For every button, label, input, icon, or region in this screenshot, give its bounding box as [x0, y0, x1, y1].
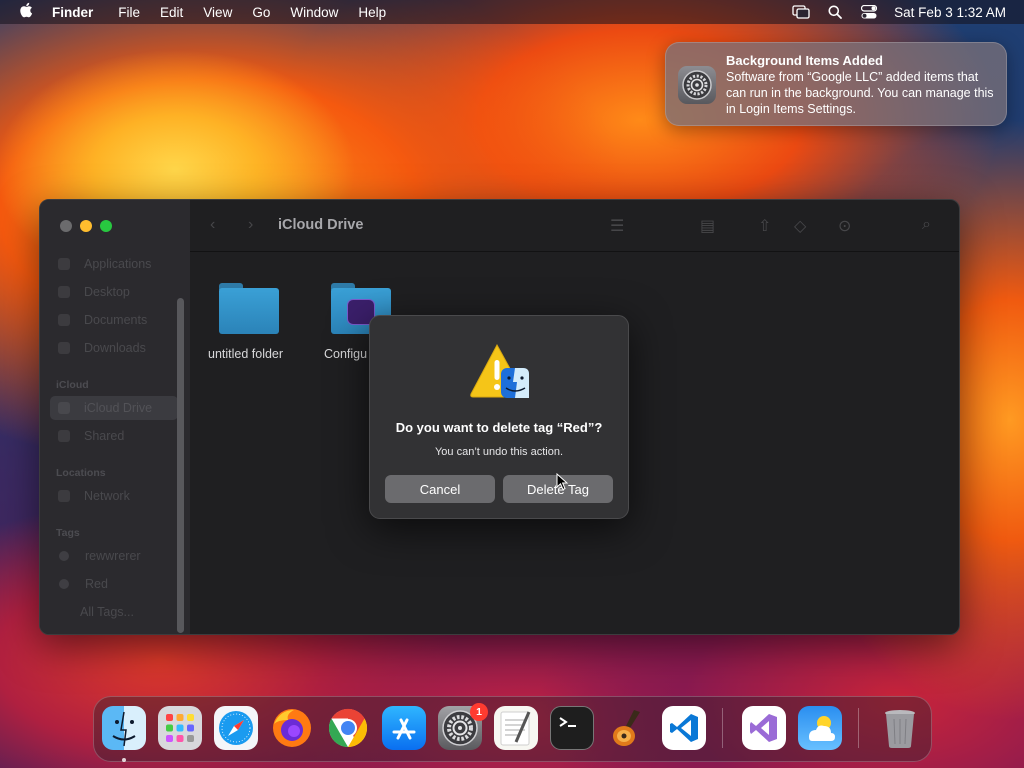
- notification-badge: 1: [470, 703, 488, 721]
- search-icon[interactable]: ⌕: [922, 216, 931, 234]
- app-store-icon[interactable]: [382, 706, 426, 750]
- dock-separator: [858, 708, 859, 748]
- view-options-icon[interactable]: ▤: [700, 216, 715, 236]
- screen-mirroring-icon[interactable]: [784, 0, 818, 24]
- textedit-icon[interactable]: [494, 706, 538, 750]
- menu-window[interactable]: Window: [280, 5, 348, 20]
- dialog-heading: Do you want to delete tag “Red”?: [395, 420, 603, 435]
- tag-color-dot: [59, 551, 69, 561]
- menu-app-finder[interactable]: Finder: [52, 5, 108, 20]
- notification-title: Background Items Added: [726, 53, 883, 68]
- cancel-button[interactable]: Cancel: [385, 475, 495, 503]
- finder-sidebar: Applications Desktop Documents Downloads…: [40, 200, 190, 634]
- apple-menu-icon[interactable]: [0, 2, 52, 22]
- menu-bar: Finder File Edit View Go Window Help Sat…: [0, 0, 1024, 24]
- sidebar-item-network[interactable]: Network: [50, 484, 178, 508]
- launchpad-icon[interactable]: [158, 706, 202, 750]
- folder-label: untitled folder: [208, 347, 284, 361]
- dialog-message: You can’t undo this action.: [434, 446, 564, 458]
- sidebar-item-applications[interactable]: Applications: [50, 252, 178, 276]
- control-center-icon[interactable]: [852, 0, 886, 24]
- sidebar-item-downloads[interactable]: Downloads: [50, 336, 178, 360]
- caution-finder-icon: [469, 342, 533, 400]
- dock: 1: [93, 696, 932, 762]
- shared-folder-icon: [58, 430, 70, 442]
- sidebar-item-documents[interactable]: Documents: [50, 308, 178, 332]
- applications-icon: [58, 258, 70, 270]
- desktop-icon: [58, 286, 70, 298]
- sidebar-section-locations: Locations: [56, 467, 106, 479]
- sidebar-item-icloud-drive[interactable]: iCloud Drive: [50, 396, 178, 420]
- garageband-icon[interactable]: [606, 706, 650, 750]
- tag-icon[interactable]: ◇: [794, 216, 806, 236]
- sidebar-item-desktop[interactable]: Desktop: [50, 280, 178, 304]
- mouse-pointer-icon: [556, 473, 568, 491]
- icloud-drive-icon: [58, 402, 70, 414]
- menu-file[interactable]: File: [108, 5, 150, 20]
- menu-edit[interactable]: Edit: [150, 5, 193, 20]
- window-minimize-button[interactable]: [80, 220, 92, 232]
- folder-label: Configu: [324, 347, 368, 361]
- share-icon[interactable]: ⇧: [758, 216, 771, 236]
- sidebar-all-tags[interactable]: All Tags...: [50, 600, 178, 624]
- folder-untitled-folder[interactable]: untitled folder: [190, 252, 290, 361]
- menu-go[interactable]: Go: [242, 5, 280, 20]
- sidebar-scrollbar[interactable]: [177, 298, 184, 633]
- running-indicator: [122, 758, 126, 762]
- visual-studio-code-icon[interactable]: [662, 706, 706, 750]
- sidebar-tag-red[interactable]: Red: [50, 572, 178, 596]
- sidebar-section-tags: Tags: [56, 527, 80, 539]
- back-arrow-icon[interactable]: ‹: [210, 216, 215, 234]
- terminal-icon[interactable]: [550, 706, 594, 750]
- safari-icon[interactable]: [214, 706, 258, 750]
- finder-toolbar: ‹ › iCloud Drive ☰ ▤ ⇧ ◇ ⊙ ⌕: [190, 200, 959, 252]
- forward-arrow-icon[interactable]: ›: [248, 216, 253, 234]
- sidebar-item-shared[interactable]: Shared: [50, 424, 178, 448]
- window-zoom-button[interactable]: [100, 220, 112, 232]
- menu-bar-clock[interactable]: Sat Feb 3 1:32 AM: [886, 5, 1024, 20]
- weather-icon[interactable]: [798, 706, 842, 750]
- finder-icon[interactable]: [102, 706, 146, 750]
- sidebar-section-icloud: iCloud: [56, 379, 89, 391]
- sort-list-icon[interactable]: ☰: [610, 216, 624, 236]
- network-icon: [58, 490, 70, 502]
- documents-icon: [58, 314, 70, 326]
- notification-body: Software from “Google LLC” added items t…: [726, 70, 994, 116]
- downloads-icon: [58, 342, 70, 354]
- system-settings-icon: [678, 66, 716, 104]
- delete-tag-dialog: Do you want to delete tag “Red”? You can…: [369, 315, 629, 519]
- trash-icon[interactable]: [878, 706, 922, 750]
- menu-help[interactable]: Help: [348, 5, 396, 20]
- dock-separator: [722, 708, 723, 748]
- visual-studio-icon[interactable]: [742, 706, 786, 750]
- menu-view[interactable]: View: [193, 5, 242, 20]
- more-actions-icon[interactable]: ⊙: [838, 216, 851, 236]
- background-items-notification[interactable]: Background Items Added Software from “Go…: [665, 42, 1007, 126]
- chrome-icon[interactable]: [326, 706, 370, 750]
- window-title: iCloud Drive: [278, 217, 364, 233]
- spotlight-search-icon[interactable]: [818, 0, 852, 24]
- tag-color-dot: [59, 579, 69, 589]
- window-close-button[interactable]: [60, 220, 72, 232]
- firefox-icon[interactable]: [270, 706, 314, 750]
- sidebar-tag-rewwrerer[interactable]: rewwrerer: [50, 544, 178, 568]
